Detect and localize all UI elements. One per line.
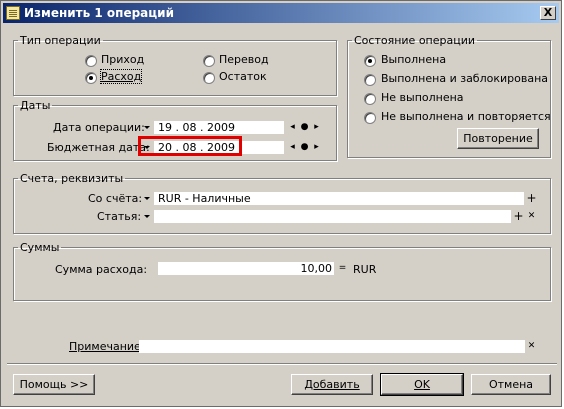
ok-button[interactable]: OK bbox=[380, 373, 464, 396]
radio-state-done[interactable] bbox=[364, 55, 376, 67]
title-bar: Изменить 1 операций X bbox=[3, 3, 559, 23]
radio-expense-label[interactable]: Расход bbox=[99, 69, 143, 84]
operation-date-prev-icon[interactable]: ◂ bbox=[287, 122, 298, 133]
radio-balance-label[interactable]: Остаток bbox=[219, 70, 267, 83]
radio-income-label[interactable]: Приход bbox=[101, 53, 144, 66]
note-label: Примечание: bbox=[69, 340, 145, 353]
note-clear-icon[interactable]: ✕ bbox=[526, 341, 537, 352]
radio-balance[interactable] bbox=[203, 72, 215, 84]
budget-date-next-icon[interactable]: ▸ bbox=[311, 142, 322, 153]
operation-type-group: Тип операции bbox=[13, 34, 337, 96]
radio-state-not-done[interactable] bbox=[364, 93, 376, 105]
operation-date-label: Дата операции: bbox=[53, 121, 145, 134]
from-account-add-icon[interactable]: + bbox=[526, 192, 537, 204]
radio-expense[interactable] bbox=[85, 72, 97, 84]
article-field[interactable] bbox=[154, 210, 511, 223]
from-account-label: Со счёта: bbox=[88, 192, 143, 205]
radio-state-locked[interactable] bbox=[364, 74, 376, 86]
currency-label: RUR bbox=[353, 263, 377, 276]
radio-state-repeating-label[interactable]: Не выполнена и повторяется bbox=[381, 110, 551, 123]
operation-state-legend: Состояние операции bbox=[354, 34, 476, 47]
operation-date-dropdown-icon[interactable] bbox=[142, 122, 153, 133]
accounts-legend: Счета, реквизиты bbox=[20, 172, 124, 185]
radio-state-locked-label[interactable]: Выполнена и заблокирована bbox=[381, 72, 548, 85]
from-account-field[interactable]: RUR - Наличные bbox=[154, 192, 524, 205]
dialog-window: Изменить 1 операций X Тип операции Прихо… bbox=[0, 0, 562, 407]
add-button[interactable]: Добавить bbox=[291, 374, 373, 395]
note-field[interactable] bbox=[139, 340, 525, 353]
window-title: Изменить 1 операций bbox=[24, 6, 174, 20]
operation-date-next-icon[interactable]: ▸ bbox=[311, 122, 322, 133]
highlight-box bbox=[138, 136, 242, 156]
radio-transfer-label[interactable]: Перевод bbox=[219, 53, 269, 66]
radio-state-done-label[interactable]: Выполнена bbox=[381, 53, 446, 66]
sums-legend: Суммы bbox=[20, 241, 60, 254]
app-icon bbox=[6, 6, 20, 20]
radio-income[interactable] bbox=[85, 55, 97, 67]
budget-date-label: Бюджетная дата: bbox=[47, 141, 150, 154]
dates-legend: Даты bbox=[20, 99, 51, 112]
operation-date-field[interactable]: 19 . 08 . 2009 bbox=[154, 121, 284, 134]
article-label: Статья: bbox=[97, 210, 142, 223]
cancel-button[interactable]: Отмена bbox=[471, 374, 551, 395]
from-account-dropdown-icon[interactable] bbox=[142, 193, 153, 204]
article-add-icon[interactable]: + bbox=[513, 210, 524, 222]
operation-date-today-icon[interactable]: ● bbox=[299, 122, 310, 133]
repeat-button[interactable]: Повторение bbox=[457, 128, 539, 149]
expense-field[interactable]: 10,00 bbox=[158, 262, 334, 275]
budget-date-prev-icon[interactable]: ◂ bbox=[287, 142, 298, 153]
article-clear-icon[interactable]: ✕ bbox=[526, 211, 537, 222]
budget-date-today-icon[interactable]: ● bbox=[299, 142, 310, 153]
close-button[interactable]: X bbox=[540, 6, 556, 20]
radio-state-not-done-label[interactable]: Не выполнена bbox=[381, 91, 464, 104]
help-button[interactable]: Помощь >> bbox=[13, 374, 95, 395]
radio-transfer[interactable] bbox=[203, 55, 215, 67]
operation-type-legend: Тип операции bbox=[20, 34, 101, 47]
radio-state-repeating[interactable] bbox=[364, 112, 376, 124]
article-dropdown-icon[interactable] bbox=[142, 211, 153, 222]
calculator-icon[interactable]: = bbox=[337, 263, 348, 274]
separator bbox=[7, 363, 557, 365]
expense-label: Сумма расхода: bbox=[55, 263, 148, 276]
